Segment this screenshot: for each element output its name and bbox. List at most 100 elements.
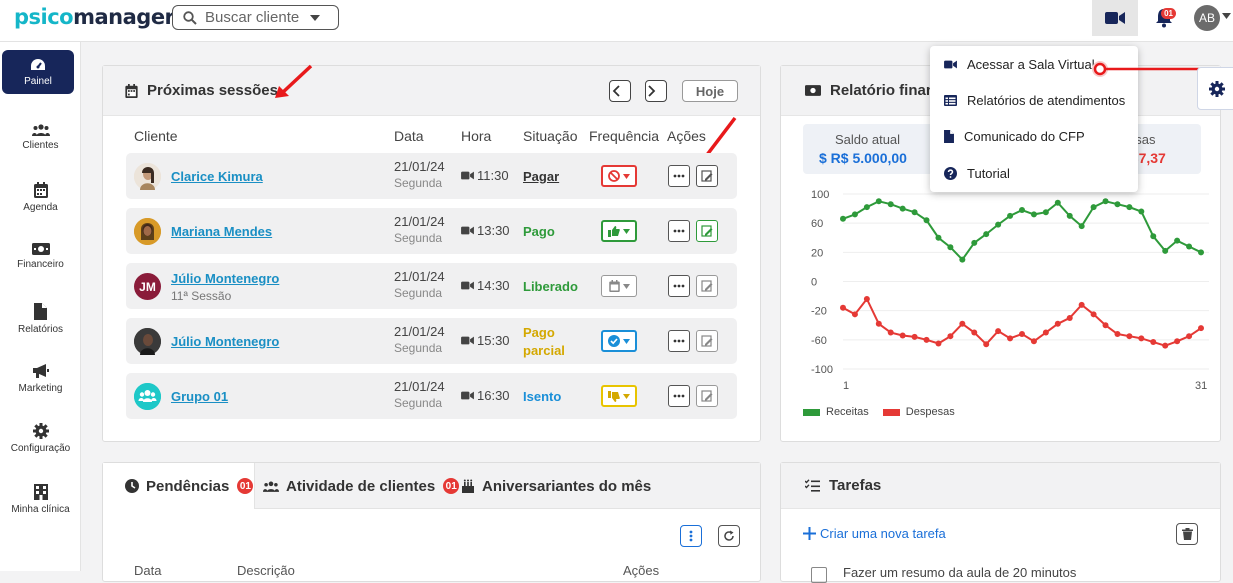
notes-button[interactable] bbox=[696, 275, 718, 297]
data-point-receitas[interactable] bbox=[1019, 207, 1025, 214]
data-point-receitas[interactable] bbox=[971, 239, 978, 246]
search-client[interactable]: Buscar cliente bbox=[172, 5, 339, 30]
session-row[interactable]: JM Júlio Montenegro 11ª Sessão 21/01/24 S… bbox=[126, 263, 737, 309]
data-point-despesas[interactable] bbox=[983, 341, 990, 348]
data-point-receitas[interactable] bbox=[1198, 249, 1204, 256]
data-point-despesas[interactable] bbox=[875, 320, 882, 327]
data-point-despesas[interactable] bbox=[899, 332, 906, 339]
frequency-dropdown[interactable] bbox=[601, 165, 637, 187]
data-point-receitas[interactable] bbox=[1042, 209, 1049, 216]
tab-aniversariantes[interactable]: Aniversariantes do mês bbox=[461, 463, 651, 509]
data-point-receitas[interactable] bbox=[995, 221, 1002, 228]
data-point-receitas[interactable] bbox=[947, 244, 954, 251]
data-point-receitas[interactable] bbox=[935, 234, 942, 241]
sidebar-item-clientes[interactable]: Clientes bbox=[0, 124, 81, 151]
data-point-despesas[interactable] bbox=[1150, 339, 1157, 346]
data-point-despesas[interactable] bbox=[1007, 335, 1014, 342]
data-point-despesas[interactable] bbox=[1198, 325, 1204, 332]
data-point-receitas[interactable] bbox=[1150, 233, 1157, 240]
data-point-despesas[interactable] bbox=[959, 320, 966, 327]
data-point-receitas[interactable] bbox=[923, 217, 930, 224]
data-point-despesas[interactable] bbox=[851, 311, 858, 318]
data-point-receitas[interactable] bbox=[840, 215, 846, 222]
create-task-link[interactable]: Criar uma nova tarefa bbox=[803, 526, 946, 541]
notifications-button[interactable]: 01 bbox=[1144, 0, 1184, 36]
client-name[interactable]: Júlio Montenegro bbox=[171, 334, 279, 349]
data-point-despesas[interactable] bbox=[971, 329, 978, 336]
data-point-despesas[interactable] bbox=[887, 329, 894, 336]
refresh-button[interactable] bbox=[718, 525, 740, 547]
today-button[interactable]: Hoje bbox=[682, 80, 738, 102]
sidebar-item-marketing[interactable]: Marketing bbox=[0, 363, 81, 394]
data-point-receitas[interactable] bbox=[1126, 204, 1133, 211]
notes-button[interactable] bbox=[696, 165, 718, 187]
notes-button[interactable] bbox=[696, 385, 718, 407]
notes-button[interactable] bbox=[696, 220, 718, 242]
client-name[interactable]: Clarice Kimura bbox=[171, 169, 263, 184]
data-point-receitas[interactable] bbox=[1102, 198, 1109, 205]
frequency-dropdown[interactable] bbox=[601, 220, 637, 242]
more-actions-button[interactable] bbox=[668, 165, 690, 187]
menu-item-tutorial[interactable]: Tutorial bbox=[944, 166, 1010, 181]
prev-button[interactable] bbox=[609, 80, 631, 102]
data-point-despesas[interactable] bbox=[1042, 329, 1049, 336]
menu-item-relatorios[interactable]: Relatórios de atendimentos bbox=[944, 93, 1125, 108]
data-point-receitas[interactable] bbox=[887, 201, 894, 208]
tab-pendencias[interactable]: Pendências 01 bbox=[103, 463, 255, 509]
tab-atividade-clientes[interactable]: Atividade de clientes 01 bbox=[263, 463, 460, 509]
data-point-despesas[interactable] bbox=[1078, 301, 1085, 308]
frequency-dropdown[interactable] bbox=[601, 385, 637, 407]
user-avatar[interactable]: AB bbox=[1194, 5, 1220, 31]
notes-button[interactable] bbox=[696, 330, 718, 352]
data-point-receitas[interactable] bbox=[911, 209, 918, 216]
data-point-receitas[interactable] bbox=[1138, 208, 1145, 215]
logo[interactable]: psicomanager bbox=[14, 5, 175, 29]
data-point-despesas[interactable] bbox=[1066, 314, 1073, 321]
data-point-receitas[interactable] bbox=[1090, 204, 1097, 211]
more-actions-button[interactable] bbox=[668, 275, 690, 297]
data-point-receitas[interactable] bbox=[1030, 211, 1037, 218]
data-point-despesas[interactable] bbox=[911, 333, 918, 340]
delete-tasks-button[interactable] bbox=[1176, 523, 1198, 545]
data-point-receitas[interactable] bbox=[863, 204, 870, 211]
data-point-receitas[interactable] bbox=[1007, 212, 1014, 219]
data-point-despesas[interactable] bbox=[923, 336, 930, 343]
data-point-receitas[interactable] bbox=[1066, 212, 1073, 219]
data-point-receitas[interactable] bbox=[1078, 223, 1085, 230]
more-actions-button[interactable] bbox=[668, 385, 690, 407]
session-row[interactable]: Mariana Mendes 21/01/24 Segunda 13:30 Pag… bbox=[126, 208, 737, 254]
sidebar-item-financeiro[interactable]: Financeiro bbox=[0, 243, 81, 270]
menu-item-comunicado-cfp[interactable]: Comunicado do CFP bbox=[944, 129, 1085, 144]
settings-panel-button[interactable] bbox=[1197, 67, 1233, 110]
data-point-despesas[interactable] bbox=[863, 296, 870, 302]
client-name[interactable]: Mariana Mendes bbox=[171, 224, 272, 239]
data-point-despesas[interactable] bbox=[1054, 320, 1061, 327]
task-checkbox[interactable] bbox=[811, 567, 827, 583]
data-point-despesas[interactable] bbox=[1030, 338, 1037, 345]
sidebar-item-painel[interactable]: Painel bbox=[2, 50, 74, 94]
next-button[interactable] bbox=[645, 80, 667, 102]
data-point-despesas[interactable] bbox=[1114, 331, 1121, 337]
data-point-despesas[interactable] bbox=[947, 333, 954, 340]
data-point-despesas[interactable] bbox=[1126, 333, 1133, 340]
sidebar-item-minha-clinica[interactable]: Minha clínica bbox=[0, 484, 81, 515]
data-point-despesas[interactable] bbox=[995, 328, 1002, 335]
data-point-receitas[interactable] bbox=[851, 211, 858, 218]
data-point-despesas[interactable] bbox=[840, 304, 846, 311]
data-point-despesas[interactable] bbox=[1138, 335, 1145, 342]
session-row[interactable]: Júlio Montenegro 21/01/24 Segunda 15:30 P… bbox=[126, 318, 737, 364]
frequency-dropdown[interactable] bbox=[601, 330, 637, 352]
data-point-despesas[interactable] bbox=[1019, 331, 1025, 337]
data-point-despesas[interactable] bbox=[1186, 333, 1193, 340]
data-point-receitas[interactable] bbox=[1114, 201, 1121, 208]
client-name[interactable]: Grupo 01 bbox=[171, 389, 228, 404]
video-call-button[interactable] bbox=[1092, 0, 1138, 36]
session-row[interactable]: Clarice Kimura 21/01/24 Segunda 11:30 Pag… bbox=[126, 153, 737, 199]
chevron-down-icon[interactable] bbox=[1222, 13, 1231, 19]
sidebar-item-configuracao[interactable]: Configuração bbox=[0, 423, 81, 454]
data-point-receitas[interactable] bbox=[1162, 247, 1169, 254]
data-point-receitas[interactable] bbox=[875, 198, 882, 205]
more-actions-button[interactable] bbox=[668, 220, 690, 242]
frequency-dropdown[interactable] bbox=[601, 275, 637, 297]
data-point-receitas[interactable] bbox=[983, 231, 990, 238]
